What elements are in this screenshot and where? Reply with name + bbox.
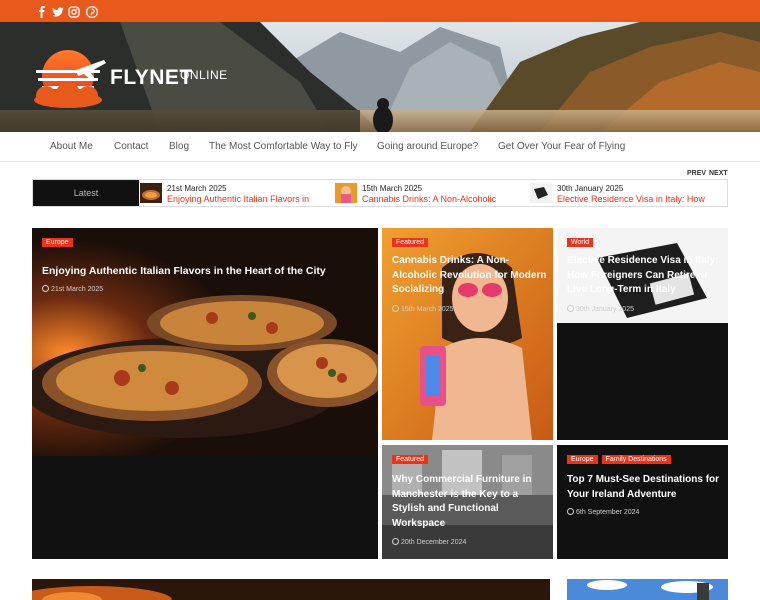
nav-item-comfortable-way-to-fly[interactable]: The Most Comfortable Way to Fly [209,141,358,152]
visa-thumbnail [530,183,552,203]
post-date-text: 20th December 2024 [401,539,467,546]
site-logo[interactable]: FLYNET ONLINE [32,50,242,128]
ticker-item-title[interactable]: Cannabis Drinks: A Non-Alcoholic [362,194,524,204]
post-title[interactable]: Why Commercial Furniture in Manchester i… [392,473,550,531]
post-date-text: 21st March 2025 [51,286,104,293]
category-badge[interactable]: Featured [392,238,429,247]
featured-post-card[interactable]: World Elective Residence Visa in Italy: … [557,228,728,440]
post-image [32,579,550,600]
post-card-partial[interactable] [32,579,550,600]
nav-item-contact[interactable]: Contact [114,141,148,152]
nav-item-blog[interactable]: Blog [169,141,189,152]
nav-item-fear-of-flying[interactable]: Get Over Your Fear of Flying [498,141,625,152]
post-date: 30th January 2025 [567,305,634,313]
logo-subtitle: ONLINE [180,68,228,82]
category-badge[interactable]: Europe [42,238,73,247]
category-badge[interactable]: Europe [567,455,598,464]
ticker-item[interactable]: 21st March 2025 Enjoying Authentic Itali… [140,182,330,204]
ticker-label: Latest [33,180,139,206]
post-categories: Europe Family Destinations [567,455,671,464]
ticker-item[interactable]: 15th March 2025 Cannabis Drinks: A Non-A… [335,182,525,204]
top-bar [0,0,760,22]
clock-icon [567,508,574,515]
clock-icon [392,538,399,545]
ticker-prev-button[interactable]: PREV [687,170,706,177]
post-categories: Europe [42,238,73,247]
featured-post-card[interactable]: Europe Family Destinations Top 7 Must-Se… [557,445,728,559]
post-image [567,579,728,600]
drink-thumbnail [335,183,357,203]
category-badge[interactable]: World [567,238,594,247]
post-card-partial[interactable] [567,579,728,600]
instagram-icon[interactable] [68,5,80,18]
ticker-item-title[interactable]: Elective Residence Visa in Italy: How [557,194,721,204]
facebook-icon[interactable] [36,5,48,18]
ticker-item-date: 15th March 2025 [362,184,423,193]
ticker-item-title[interactable]: Enjoying Authentic Italian Flavors in [167,194,329,204]
nav-item-about-me[interactable]: About Me [50,141,93,152]
post-date: 20th December 2024 [392,538,466,546]
post-categories: Featured [392,455,429,464]
nav-item-going-around-europe[interactable]: Going around Europe? [377,141,478,152]
pizza-image [32,228,378,456]
main-navigation: About Me Contact Blog The Most Comfortab… [0,132,760,162]
post-title[interactable]: Top 7 Must-See Destinations for Your Ire… [567,473,725,502]
ticker-item-date: 30th January 2025 [557,184,624,193]
post-date-text: 15th March 2025 [401,306,454,313]
post-title[interactable]: Cannabis Drinks: A Non-Alcoholic Revolut… [392,254,550,298]
clock-icon [567,305,574,312]
category-badge[interactable]: Family Destinations [601,455,671,464]
ticker-item-date: 21st March 2025 [167,184,227,193]
post-date: 15th March 2025 [392,305,454,313]
post-categories: Featured [392,238,429,247]
post-categories: World [567,238,594,247]
twitter-icon[interactable] [52,5,64,17]
post-date: 6th September 2024 [567,508,639,516]
pinterest-icon[interactable] [85,5,99,19]
clock-icon [42,285,49,292]
category-badge[interactable]: Featured [392,455,429,464]
logo-sun-plane-icon [34,50,106,108]
ticker-item[interactable]: 30th January 2025 Elective Residence Vis… [530,182,726,204]
post-title[interactable]: Elective Residence Visa in Italy: How Fo… [567,254,725,298]
site-header: FLYNET ONLINE [0,22,760,132]
post-date: 21st March 2025 [42,285,103,293]
post-date-text: 30th January 2025 [576,306,634,313]
featured-post-card[interactable]: Featured Cannabis Drinks: A Non-Alcoholi… [382,228,553,440]
post-title[interactable]: Enjoying Authentic Italian Flavors in th… [42,264,362,279]
clock-icon [392,305,399,312]
latest-ticker: Latest 21st March 2025 Enjoying Authenti… [32,179,728,207]
featured-post-card[interactable]: Europe Enjoying Authentic Italian Flavor… [32,228,378,559]
post-date-text: 6th September 2024 [576,509,640,516]
featured-post-card[interactable]: Featured Why Commercial Furniture in Man… [382,445,553,559]
pizza-thumbnail [140,183,162,203]
ticker-next-button[interactable]: NEXT [709,170,728,177]
